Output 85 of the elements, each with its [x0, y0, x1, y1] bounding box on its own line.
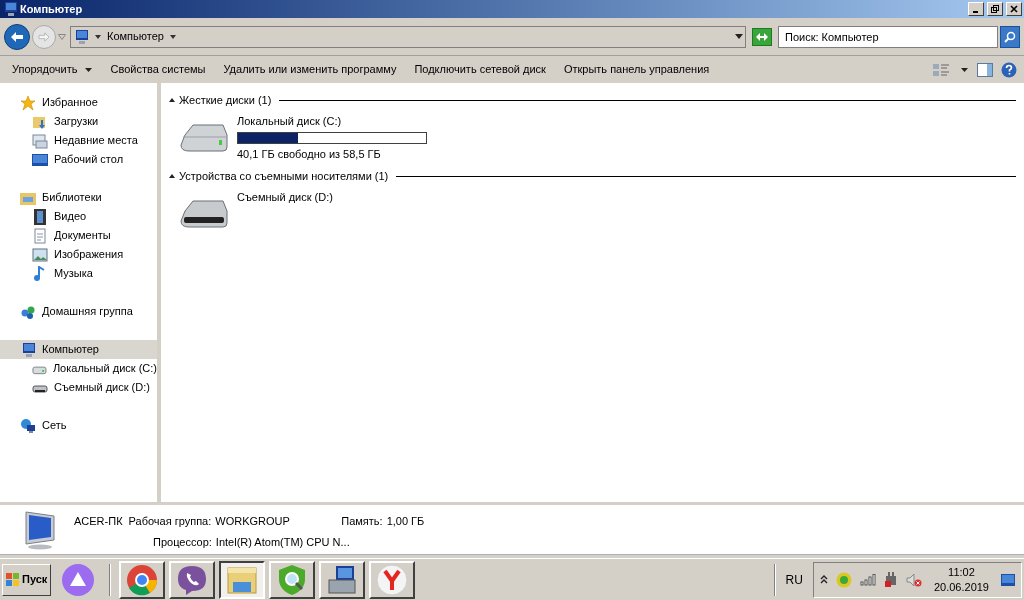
- computer-toolbox-icon[interactable]: [326, 563, 359, 596]
- address-field[interactable]: Компьютер: [70, 25, 746, 48]
- computer-icon: [73, 28, 89, 45]
- sidebar-item[interactable]: Недавние места: [0, 131, 157, 150]
- help-icon: [1001, 61, 1017, 78]
- removable-drive-icon: [179, 197, 229, 231]
- phone-bubble-icon[interactable]: [176, 563, 209, 596]
- hard-drive-icon: [179, 121, 229, 155]
- sidebar-item[interactable]: Загрузки: [0, 112, 157, 131]
- sidebar-item[interactable]: Документы: [0, 226, 157, 245]
- signal-bars-icon[interactable]: [859, 573, 876, 586]
- sidebar-item[interactable]: Домашняя группа: [0, 302, 157, 321]
- drive-tile[interactable]: Локальный диск (C:) 40,1 ГБ свободно из 58,5 ГБ: [169, 109, 1016, 167]
- sidebar-item[interactable]: Рабочий стол: [0, 150, 157, 169]
- details-view-icon: [933, 62, 949, 77]
- collapse-caret-icon[interactable]: [169, 174, 175, 178]
- toolbar-button[interactable]: Удалить или изменить программу: [215, 58, 405, 81]
- windows-logo-icon: [6, 572, 20, 587]
- browser-y-icon[interactable]: [376, 563, 409, 596]
- refresh-button[interactable]: [752, 27, 772, 46]
- toolbar-button[interactable]: Упорядочить: [4, 58, 101, 81]
- breadcrumb-item[interactable]: Компьютер: [107, 28, 164, 45]
- processor-label: Процессор:: [153, 535, 212, 550]
- drive-name: Локальный диск (C:): [237, 114, 343, 129]
- search-icon: [1004, 30, 1016, 43]
- forward-arrow-icon: [38, 31, 50, 42]
- workgroup-label: Рабочая группа:: [128, 513, 212, 529]
- search-field[interactable]: Поиск: Компьютер: [778, 25, 998, 48]
- language-indicator[interactable]: RU: [779, 570, 809, 589]
- power-plug-icon[interactable]: [883, 571, 898, 588]
- preview-pane-icon: [977, 62, 993, 77]
- toolbar-button[interactable]: Открыть панель управления: [555, 58, 718, 81]
- caret-icon[interactable]: [95, 34, 101, 39]
- computer-icon: [20, 341, 36, 358]
- speaker-muted-icon[interactable]: [905, 571, 922, 588]
- toolbar-button[interactable]: Подключить сетевой диск: [406, 58, 554, 81]
- folder-icon[interactable]: [226, 564, 259, 595]
- memory-value: 1,00 ГБ: [386, 513, 425, 529]
- restore-button[interactable]: [987, 2, 1003, 16]
- sidebar-item[interactable]: Избранное: [0, 93, 157, 112]
- star-icon: [20, 94, 36, 111]
- sidebar-item[interactable]: Локальный диск (C:): [0, 359, 157, 378]
- toolbar-button[interactable]: Свойства системы: [102, 58, 214, 81]
- sidebar-item[interactable]: Музыка: [0, 264, 157, 283]
- sidebar-item[interactable]: Компьютер: [0, 340, 157, 359]
- show-desktop-icon[interactable]: [1001, 573, 1015, 586]
- close-icon: [1010, 5, 1018, 13]
- back-arrow-icon: [10, 30, 24, 43]
- restore-icon: [991, 5, 999, 13]
- window-title: Компьютер: [20, 1, 83, 17]
- close-button[interactable]: [1006, 2, 1022, 16]
- dropdown-caret-icon[interactable]: [735, 34, 743, 39]
- desktop-icon: [32, 151, 48, 168]
- show-hidden-icons-icon[interactable]: [819, 574, 828, 585]
- clock-time[interactable]: 11:02: [948, 564, 975, 580]
- chrome-icon[interactable]: [126, 563, 159, 596]
- image-icon: [32, 246, 48, 263]
- minimize-button[interactable]: [968, 2, 984, 16]
- clock-date[interactable]: 20.06.2019: [933, 579, 989, 595]
- sidebar-item[interactable]: Съемный диск (D:): [0, 378, 157, 397]
- network-icon: [20, 417, 36, 434]
- computer-icon: [2, 1, 18, 17]
- sidebar-item[interactable]: Сеть: [0, 416, 157, 435]
- assistant-icon[interactable]: [61, 562, 96, 597]
- sidebar-item[interactable]: Библиотеки: [0, 188, 157, 207]
- sidebar-item[interactable]: Изображения: [0, 245, 157, 264]
- refresh-arrows-icon: [755, 31, 769, 42]
- group-header[interactable]: Устройства со съемными носителями (1): [179, 167, 389, 185]
- processor-value: Intel(R) Atom(TM) CPU N...: [215, 535, 350, 550]
- computer-name: ACER-ПК: [74, 513, 123, 529]
- caret-icon: [961, 67, 968, 72]
- film-icon: [32, 208, 48, 225]
- sidebar-item[interactable]: Видео: [0, 207, 157, 226]
- group-header[interactable]: Жесткие диски (1): [179, 91, 272, 109]
- collapse-caret-icon[interactable]: [169, 98, 175, 102]
- caret-icon[interactable]: [169, 34, 176, 39]
- recent-places-icon: [32, 132, 48, 149]
- drive-tile[interactable]: Съемный диск (D:): [169, 185, 1016, 243]
- search-button[interactable]: [1000, 25, 1020, 48]
- start-button[interactable]: Пуск: [2, 563, 52, 596]
- drive-name: Съемный диск (D:): [237, 190, 333, 205]
- memory-label: Память:: [341, 513, 383, 529]
- free-space-text: 40,1 ГБ свободно из 58,5 ГБ: [237, 146, 382, 162]
- document-icon: [32, 227, 48, 244]
- back-button[interactable]: [4, 23, 30, 50]
